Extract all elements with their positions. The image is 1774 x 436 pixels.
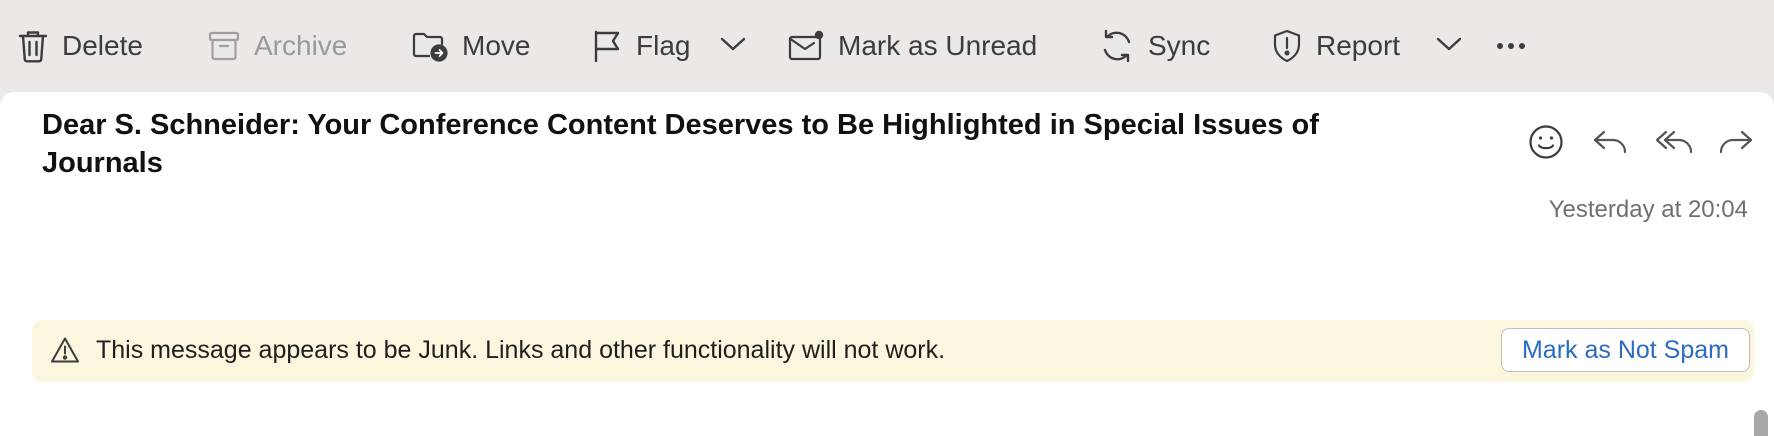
chevron-down-icon [720,36,746,57]
archive-box-icon [208,31,240,61]
more-icon [1496,37,1526,55]
reply-all-arrow-icon [1655,128,1693,161]
junk-warning-banner: This message appears to be Junk. Links a… [32,320,1754,382]
mark-as-not-spam-button[interactable]: Mark as Not Spam [1500,328,1750,372]
sync-icon [1100,28,1134,64]
forward-arrow-icon [1718,128,1754,161]
delete-button[interactable]: Delete [18,0,143,92]
report-label: Report [1316,30,1401,61]
mark-as-unread-label: Mark as Unread [838,30,1038,61]
reply-all-button[interactable] [1652,122,1696,166]
smiley-icon [1528,124,1564,165]
scrollbar-thumb[interactable] [1754,410,1768,436]
emoji-reaction-button[interactable] [1524,122,1568,166]
message-actions [1520,122,1760,162]
message-pane: Dear S. Schneider: Your Conference Conte… [0,92,1774,436]
folder-move-icon [412,30,448,62]
flag-options-chevron[interactable] [720,0,746,92]
trash-icon [18,29,48,63]
message-subject: Dear S. Schneider: Your Conference Conte… [42,109,1319,179]
reply-button[interactable] [1588,122,1632,166]
shield-alert-icon [1272,29,1302,63]
reply-arrow-icon [1592,128,1628,161]
junk-warning-text: This message appears to be Junk. Links a… [96,336,946,364]
message-timestamp: Yesterday at 20:04 [1548,196,1748,223]
forward-button[interactable] [1714,122,1758,166]
flag-button[interactable]: Flag [592,0,690,92]
delete-label: Delete [62,30,143,61]
toolbar: Delete Archive Move Flag Mark as Unread … [0,0,1774,92]
archive-button[interactable]: Archive [208,0,347,92]
sync-label: Sync [1148,30,1211,61]
envelope-unread-icon [788,30,824,62]
sync-button[interactable]: Sync [1100,0,1210,92]
flag-label: Flag [636,30,691,61]
move-button[interactable]: Move [412,0,530,92]
archive-label: Archive [254,30,348,61]
flag-icon [592,29,622,63]
mark-as-unread-button[interactable]: Mark as Unread [788,0,1037,92]
report-options-chevron[interactable] [1436,0,1462,92]
move-label: Move [462,30,531,61]
chevron-down-icon [1436,36,1462,57]
warning-triangle-icon [50,336,80,369]
more-button[interactable] [1496,0,1526,92]
report-button[interactable]: Report [1272,0,1400,92]
